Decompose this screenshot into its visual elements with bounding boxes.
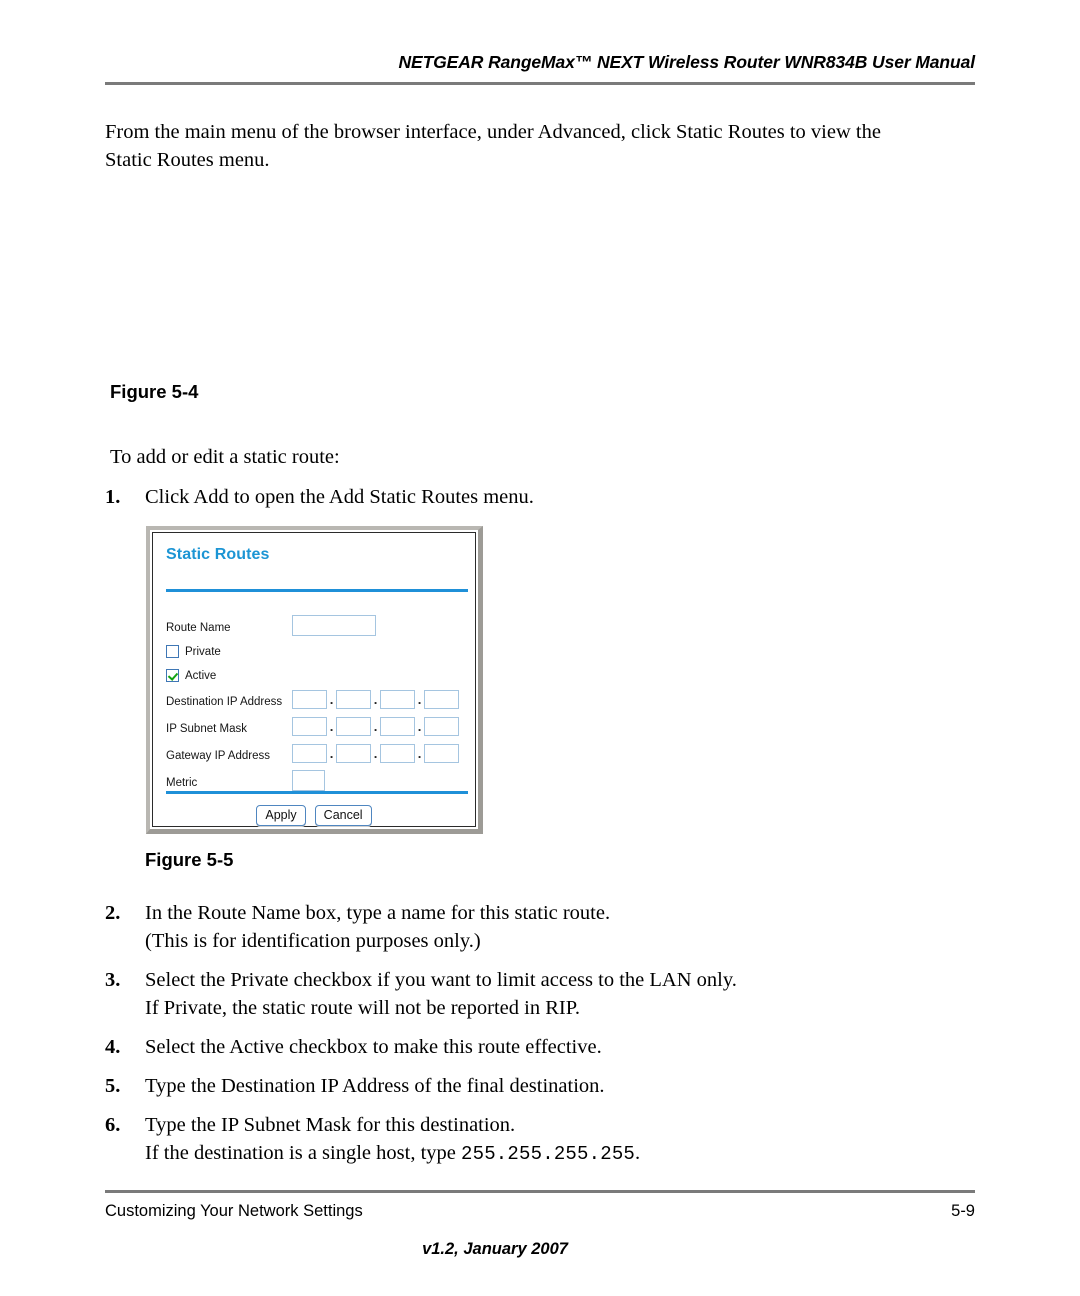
step-number: 6.	[105, 1114, 121, 1136]
private-checkbox[interactable]	[166, 645, 179, 658]
active-label: Active	[185, 669, 217, 682]
step-text: In the Route Name box, type a name for t…	[145, 899, 985, 955]
intro-paragraph: From the main menu of the browser interf…	[105, 118, 975, 174]
destination-ip-octet-4[interactable]	[424, 690, 459, 709]
step-text: Type the Destination IP Address of the f…	[145, 1072, 985, 1100]
subnet-mask-octet-1[interactable]	[292, 717, 327, 736]
destination-ip-octet-1[interactable]	[292, 690, 327, 709]
static-routes-dialog: Static Routes Route Name Private Active …	[146, 526, 483, 834]
lead-in-text: To add or edit a static route:	[110, 446, 340, 468]
subnet-mask-code: 255.255.255.255	[461, 1143, 636, 1165]
step-line-suffix: .	[635, 1142, 641, 1164]
numbered-steps-bottom: 2. In the Route Name box, type a name fo…	[105, 899, 985, 1179]
list-item: 3. Select the Private checkbox if you wa…	[105, 966, 985, 1022]
subnet-mask-octets: . . .	[292, 717, 459, 736]
octet-separator: .	[373, 745, 378, 761]
octet-separator: .	[329, 718, 334, 734]
gateway-ip-label: Gateway IP Address	[166, 749, 270, 762]
page-header-title: NETGEAR RangeMax™ NEXT Wireless Router W…	[398, 52, 975, 72]
dialog-inner-frame: Static Routes Route Name Private Active …	[152, 532, 476, 827]
page-footer: Customizing Your Network Settings 5-9 v1…	[105, 1190, 975, 1259]
destination-ip-row: Destination IP Address	[166, 691, 282, 712]
octet-separator: .	[373, 691, 378, 707]
gateway-ip-octet-2[interactable]	[336, 744, 371, 763]
step-number: 1.	[105, 486, 121, 508]
step-line: Select the Active checkbox to make this …	[145, 1036, 602, 1058]
dialog-top-divider	[166, 589, 468, 592]
octet-separator: .	[329, 745, 334, 761]
dialog-bottom-divider	[166, 791, 468, 794]
step-line-with-code: If the destination is a single host, typ…	[145, 1139, 985, 1168]
octet-separator: .	[329, 691, 334, 707]
subnet-mask-octet-3[interactable]	[380, 717, 415, 736]
octet-separator: .	[417, 691, 422, 707]
gateway-ip-row: Gateway IP Address	[166, 745, 270, 766]
list-item: 1. Click Add to open the Add Static Rout…	[105, 483, 985, 511]
step-number: 2.	[105, 902, 121, 924]
subnet-mask-label: IP Subnet Mask	[166, 722, 247, 735]
footer-version: v1.2, January 2007	[422, 1240, 568, 1258]
figure-caption-5-4: Figure 5-4	[110, 381, 199, 402]
step-line: Type the IP Subnet Mask for this destina…	[145, 1114, 516, 1136]
dialog-title: Static Routes	[166, 546, 270, 563]
private-label: Private	[185, 645, 221, 658]
step-line: If Private, the static route will not be…	[145, 997, 580, 1019]
private-checkbox-row[interactable]: Private	[166, 645, 221, 658]
octet-separator: .	[373, 718, 378, 734]
octet-separator: .	[417, 745, 422, 761]
dialog-button-row: Apply Cancel	[153, 805, 475, 826]
metric-label: Metric	[166, 776, 198, 789]
step-line: Click Add to open the Add Static Routes …	[145, 486, 534, 508]
step-text: Select the Active checkbox to make this …	[145, 1033, 985, 1061]
footer-section-title: Customizing Your Network Settings	[105, 1202, 363, 1220]
metric-input[interactable]	[292, 770, 325, 791]
subnet-mask-row: IP Subnet Mask	[166, 718, 247, 739]
active-checkbox[interactable]	[166, 669, 179, 682]
figure-caption-5-5: Figure 5-5	[145, 849, 234, 870]
numbered-steps-top: 1. Click Add to open the Add Static Rout…	[105, 483, 985, 522]
intro-line-2: Static Routes menu.	[105, 149, 270, 171]
intro-line-1: From the main menu of the browser interf…	[105, 121, 881, 143]
gateway-ip-octet-4[interactable]	[424, 744, 459, 763]
route-name-label: Route Name	[166, 621, 231, 634]
metric-row: Metric	[166, 772, 197, 793]
list-item: 5. Type the Destination IP Address of th…	[105, 1072, 985, 1100]
destination-ip-label: Destination IP Address	[166, 695, 283, 708]
step-line: Type the Destination IP Address of the f…	[145, 1075, 605, 1097]
route-name-row: Route Name	[166, 617, 231, 638]
step-number: 3.	[105, 969, 121, 991]
subnet-mask-octet-2[interactable]	[336, 717, 371, 736]
step-line: In the Route Name box, type a name for t…	[145, 902, 611, 924]
gateway-ip-octet-3[interactable]	[380, 744, 415, 763]
step-text: Select the Private checkbox if you want …	[145, 966, 985, 1022]
destination-ip-octet-2[interactable]	[336, 690, 371, 709]
gateway-ip-octets: . . .	[292, 744, 459, 763]
step-number: 5.	[105, 1075, 121, 1097]
step-number: 4.	[105, 1036, 121, 1058]
destination-ip-octets: . . .	[292, 690, 459, 709]
footer-row: Customizing Your Network Settings 5-9	[105, 1202, 975, 1221]
footer-page-number: 5-9	[951, 1202, 975, 1220]
header-divider	[105, 82, 975, 85]
step-line: Select the Private checkbox if you want …	[145, 969, 737, 991]
footer-divider	[105, 1190, 975, 1193]
list-item: 2. In the Route Name box, type a name fo…	[105, 899, 985, 955]
active-checkbox-row[interactable]: Active	[166, 669, 216, 682]
list-item: 6. Type the IP Subnet Mask for this dest…	[105, 1111, 985, 1168]
apply-button[interactable]: Apply	[256, 805, 306, 826]
octet-separator: .	[417, 718, 422, 734]
step-line-prefix: If the destination is a single host, typ…	[145, 1142, 461, 1164]
list-item: 4. Select the Active checkbox to make th…	[105, 1033, 985, 1061]
step-line: (This is for identification purposes onl…	[145, 930, 481, 952]
subnet-mask-octet-4[interactable]	[424, 717, 459, 736]
step-text: Click Add to open the Add Static Routes …	[145, 483, 985, 511]
cancel-button[interactable]: Cancel	[314, 805, 372, 826]
route-name-input[interactable]	[292, 615, 376, 636]
destination-ip-octet-3[interactable]	[380, 690, 415, 709]
gateway-ip-octet-1[interactable]	[292, 744, 327, 763]
step-text: Type the IP Subnet Mask for this destina…	[145, 1111, 985, 1168]
page-header: NETGEAR RangeMax™ NEXT Wireless Router W…	[105, 52, 975, 85]
